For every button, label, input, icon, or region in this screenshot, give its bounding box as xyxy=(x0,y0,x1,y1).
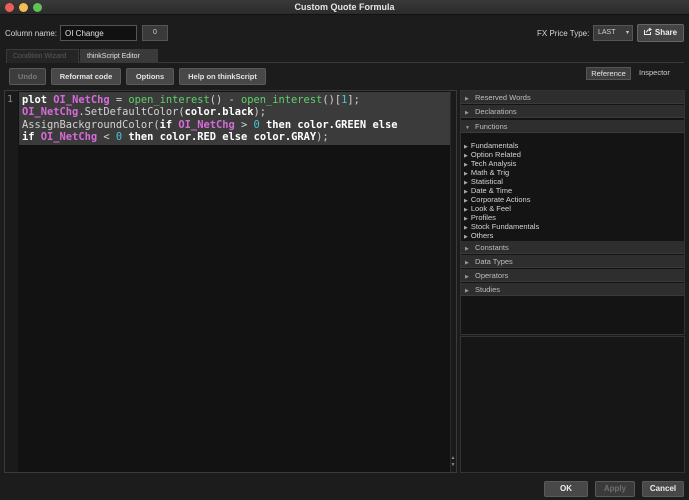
title-bar: Custom Quote Formula xyxy=(0,0,689,15)
section-label: Functions xyxy=(475,122,508,131)
code-line-3: AssignBackgroundColor(if OI_NetChg > 0 t… xyxy=(22,118,398,131)
expand-arrow-icon: ▶ xyxy=(465,288,469,294)
editor-scrollbar[interactable] xyxy=(450,91,456,472)
item-label: Profiles xyxy=(470,213,496,222)
scroll-down-icon[interactable]: ▼ xyxy=(450,462,456,468)
item-label: Stock Fundamentals xyxy=(470,222,540,231)
reference-toggle[interactable]: Reference xyxy=(586,67,631,80)
column-count-button[interactable]: 0 xyxy=(142,25,168,41)
column-name-label: Column name: xyxy=(5,29,58,38)
section-label: Reserved Words xyxy=(475,93,531,102)
dropdown-caret-icon: ▾ xyxy=(625,30,629,36)
item-label: Math & Trig xyxy=(470,168,510,177)
function-item-others[interactable]: ▶ Others xyxy=(464,231,493,240)
reference-panel: ▶ Reserved Words ▶ Declarations ▼ Functions… xyxy=(460,90,685,335)
section-operators[interactable]: ▶ Operators xyxy=(461,269,684,282)
expand-arrow-icon: ▶ xyxy=(464,234,468,240)
function-item-look-feel[interactable]: ▶ Look & Feel xyxy=(464,204,511,213)
line-number: 1 xyxy=(7,94,14,105)
window-title: Custom Quote Formula xyxy=(294,2,395,12)
code-editor[interactable]: 1 plot OI_NetChg = open_interest() - ope… xyxy=(4,90,457,473)
fx-price-type-value: LAST xyxy=(598,29,616,36)
section-label: Constants xyxy=(475,243,509,252)
expand-arrow-icon: ▶ xyxy=(465,110,469,116)
section-label: Operators xyxy=(475,271,509,280)
column-name-input[interactable] xyxy=(60,25,137,41)
tab-condition-wizard[interactable]: Condition Wizard xyxy=(6,49,79,63)
scroll-up-icon[interactable]: ▲ xyxy=(450,455,456,461)
editor-tabs: Condition Wizard thinkScript Editor xyxy=(6,49,684,63)
item-label: Statistical xyxy=(470,177,503,186)
help-thinkscript-button[interactable]: Help on thinkScript xyxy=(179,68,266,85)
inspector-toggle[interactable]: Inspector xyxy=(639,68,670,77)
item-label: Tech Analysis xyxy=(470,159,517,168)
function-item-statistical[interactable]: ▶ Statistical xyxy=(464,177,503,186)
section-declarations[interactable]: ▶ Declarations xyxy=(461,105,684,118)
section-label: Declarations xyxy=(475,107,517,116)
line-gutter xyxy=(5,91,18,472)
section-label: Data Types xyxy=(475,257,513,266)
section-data-types[interactable]: ▶ Data Types xyxy=(461,255,684,268)
code-line-1: plot OI_NetChg = open_interest() - open_… xyxy=(22,94,360,106)
reformat-code-button[interactable]: Reformat code xyxy=(51,68,121,85)
apply-button[interactable]: Apply xyxy=(595,481,635,497)
code-line-4: if OI_NetChg < 0 then color.RED else col… xyxy=(22,131,329,144)
collapse-arrow-icon: ▼ xyxy=(465,125,470,131)
code-line-2: OI_NetChg.SetDefaultColor(color.black); xyxy=(22,106,267,119)
item-label: Look & Feel xyxy=(470,204,511,213)
ok-button[interactable]: OK xyxy=(544,481,588,497)
section-reserved-words[interactable]: ▶ Reserved Words xyxy=(461,91,684,104)
function-item-corporate-actions[interactable]: ▶ Corporate Actions xyxy=(464,195,530,204)
fx-price-type-select[interactable]: LAST ▾ xyxy=(593,25,633,41)
section-functions[interactable]: ▼ Functions xyxy=(461,120,684,133)
function-item-profiles[interactable]: ▶ Profiles xyxy=(464,213,496,222)
item-label: Option Related xyxy=(470,150,521,159)
code-text[interactable]: plot OI_NetChg = open_interest() - open_… xyxy=(22,94,397,144)
function-item-option-related[interactable]: ▶ Option Related xyxy=(464,150,521,159)
item-label: Corporate Actions xyxy=(470,195,531,204)
undo-button[interactable]: Undo xyxy=(9,68,46,85)
share-button[interactable]: Share xyxy=(637,24,684,42)
options-button[interactable]: Options xyxy=(126,68,174,85)
function-item-stock-fundamentals[interactable]: ▶ Stock Fundamentals xyxy=(464,222,539,231)
tab-thinkscript-editor[interactable]: thinkScript Editor xyxy=(80,49,158,63)
share-label: Share xyxy=(654,28,678,38)
function-item-fundamentals[interactable]: ▶ Fundamentals xyxy=(464,141,518,150)
item-label: Date & Time xyxy=(470,186,513,195)
fx-price-type-label: FX Price Type: xyxy=(537,29,590,38)
function-item-tech-analysis[interactable]: ▶ Tech Analysis xyxy=(464,159,516,168)
cancel-button[interactable]: Cancel xyxy=(642,481,684,497)
item-label: Others xyxy=(470,231,494,240)
section-label: Studies xyxy=(475,285,501,294)
reference-detail-panel xyxy=(460,336,685,473)
share-icon xyxy=(643,25,652,41)
function-item-date-time[interactable]: ▶ Date & Time xyxy=(464,186,512,195)
section-studies[interactable]: ▶ Studies xyxy=(461,283,684,296)
function-item-math-trig[interactable]: ▶ Math & Trig xyxy=(464,168,509,177)
item-label: Fundamentals xyxy=(470,141,519,150)
section-constants[interactable]: ▶ Constants xyxy=(461,241,684,254)
